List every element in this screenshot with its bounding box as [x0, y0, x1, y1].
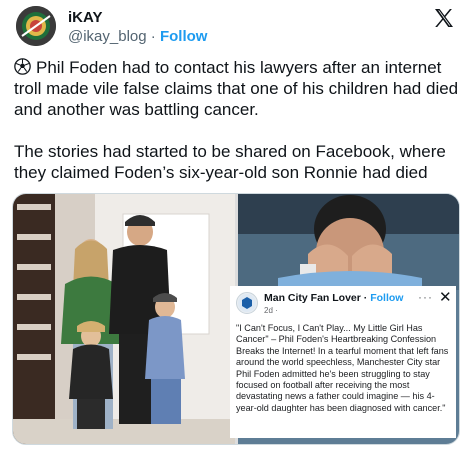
- facebook-post-card[interactable]: Man City Fan Lover · Follow 2d · ··· ✕ "…: [230, 286, 456, 438]
- tweet-header: iKAY @ikay_blog · Follow: [0, 0, 472, 52]
- tweet-paragraph-2: The stories had started to be shared on …: [14, 142, 446, 182]
- tweet-text: Phil Foden had to contact his lawyers af…: [14, 57, 460, 183]
- soccer-ball-icon: [14, 58, 31, 75]
- tweet-line-1: Phil Foden had to contact his lawyers af…: [14, 58, 459, 119]
- card-follow-button[interactable]: Follow: [370, 292, 403, 304]
- family-photo[interactable]: [13, 194, 235, 444]
- x-logo-icon[interactable]: [432, 6, 456, 30]
- page-name[interactable]: Man City Fan Lover: [264, 292, 361, 304]
- page-avatar[interactable]: [236, 292, 258, 314]
- separator-dot: ·: [150, 28, 156, 45]
- post-time: 2d ·: [264, 306, 278, 315]
- author-handle[interactable]: @ikay_blog: [68, 28, 147, 45]
- author-name[interactable]: iKAY: [68, 9, 102, 27]
- tweet-paragraph-1: Phil Foden had to contact his lawyers af…: [14, 57, 460, 120]
- author-handle-row: @ikay_blog · Follow: [68, 28, 207, 46]
- card-separator: ·: [363, 292, 368, 304]
- close-icon[interactable]: ✕: [439, 288, 452, 306]
- post-body: "I Can't Focus, I Can't Play... My Littl…: [236, 323, 449, 413]
- page-name-row: Man City Fan Lover · Follow: [264, 292, 403, 304]
- more-options-icon[interactable]: ···: [418, 290, 433, 304]
- author-avatar[interactable]: [16, 6, 56, 46]
- follow-button[interactable]: Follow: [160, 28, 208, 45]
- foden-face-photo: [238, 194, 459, 290]
